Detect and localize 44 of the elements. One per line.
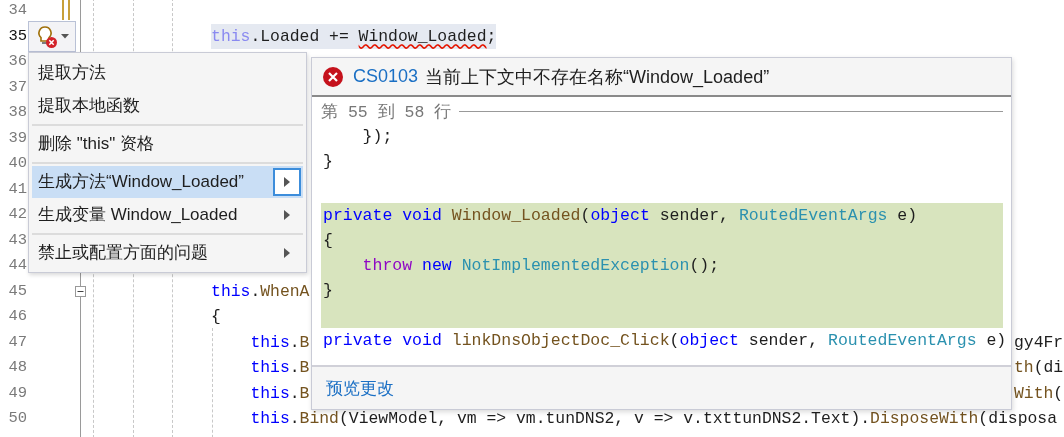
line-number: 36 — [7, 51, 27, 72]
code-line: this.B — [250, 357, 310, 379]
menu-item[interactable]: 提取方法 — [32, 56, 303, 89]
line-number: 38 — [7, 102, 27, 123]
error-code-link[interactable]: CS0103 — [353, 66, 419, 87]
collapse-icon[interactable] — [75, 285, 86, 297]
line-number: 41 — [7, 178, 27, 200]
menu-item[interactable]: 删除 "this" 资格 — [32, 124, 303, 160]
line-number: 46 — [7, 306, 27, 327]
menu-item[interactable]: 提取本地函数 — [32, 89, 303, 122]
code-line: { — [211, 306, 221, 328]
line-number: 37 — [7, 76, 27, 98]
menu-item[interactable]: 生成变量 Window_Loaded — [32, 198, 303, 231]
quick-actions-button[interactable] — [28, 21, 76, 52]
line-number: 39 — [7, 127, 27, 149]
code-fragment: th(di — [1014, 357, 1064, 379]
menu-item[interactable]: 禁止或配置方面的问题 — [32, 233, 303, 269]
menu-item[interactable]: 生成方法“Window_Loaded” — [32, 162, 303, 198]
lightbulb-error-icon — [35, 24, 58, 49]
code-line: this.B — [250, 331, 310, 354]
line-number: 50 — [7, 408, 27, 429]
line-number: 49 — [7, 382, 27, 404]
error-message: 当前上下文中不存在名称“Window_Loaded” — [425, 65, 770, 89]
code-line: private void linkDnsObjectDoc_Click(object sender, RoutedEventArgs e) — [322, 330, 1003, 352]
code-line: this.B — [250, 382, 310, 405]
caret-icon — [60, 34, 69, 39]
line-number: 42 — [7, 204, 27, 225]
line-range: 第 55 到 58 行 — [321, 101, 452, 123]
preview-changes-link[interactable]: 预览更改 — [326, 376, 394, 400]
code-line: this.WhenA — [211, 280, 310, 303]
code-fragment: gy4Fr — [1014, 331, 1064, 354]
line-number: 35 — [7, 25, 27, 47]
line-number: 40 — [7, 153, 27, 174]
line-number: 45 — [7, 280, 27, 302]
line-number: 47 — [7, 331, 27, 353]
code-line: this.Bind(ViewModel, vm => vm.tunDNS2, v => v.txttunDNS2.Text).DisposeWith(disposa — [250, 408, 1057, 430]
error-icon — [323, 66, 343, 87]
line-number: 34 — [7, 0, 27, 21]
line-number: 48 — [7, 357, 27, 378]
code-line: }); — [361, 126, 394, 148]
code-fragment: With( — [1014, 382, 1064, 405]
line-number: 44 — [7, 255, 27, 276]
line-number: 43 — [7, 229, 27, 251]
code-line: } — [322, 151, 334, 173]
